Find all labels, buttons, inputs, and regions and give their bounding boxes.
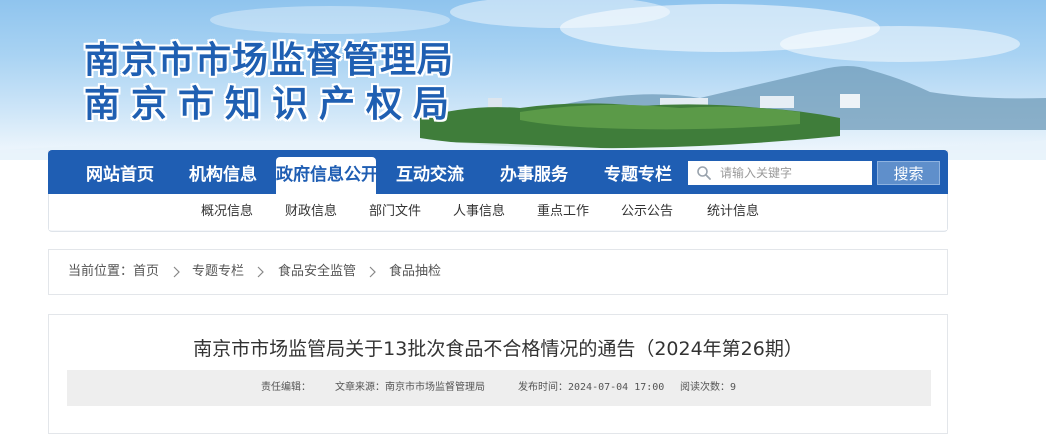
- article-source: 文章来源：南京市市场监督管理局: [335, 382, 485, 393]
- breadcrumb: 当前位置： 首页 专题专栏 食品安全监管 食品抽检: [48, 249, 948, 295]
- sub-nav-personnel[interactable]: 人事信息: [453, 194, 505, 230]
- navigation: 网站首页 机构信息 政府信息公开 互动交流 办事服务 专题专栏 搜索 概况信息 …: [48, 150, 948, 232]
- search-button[interactable]: 搜索: [877, 161, 940, 185]
- header-banner: 南京市市场监督管理局 南京市知识产权局: [0, 0, 1046, 160]
- sub-nav-key-work[interactable]: 重点工作: [537, 194, 589, 230]
- article-title: 南京市市场监管局关于13批次食品不合格情况的通告（2024年第26期）: [193, 338, 803, 360]
- sub-nav-bar: 概况信息 财政信息 部门文件 人事信息 重点工作 公示公告 统计信息: [49, 194, 947, 230]
- breadcrumb-prefix: 当前位置：: [68, 264, 134, 279]
- sub-nav-overview[interactable]: 概况信息: [201, 194, 253, 230]
- nav-item-special-topics[interactable]: 专题专栏: [588, 157, 688, 194]
- site-title-primary: 南京市市场监督管理局: [84, 39, 455, 81]
- search-input[interactable]: [720, 161, 868, 185]
- nav-item-interaction[interactable]: 互动交流: [380, 157, 480, 194]
- breadcrumb-food-sampling-link[interactable]: 食品抽检: [389, 250, 441, 294]
- breadcrumb-food-safety-link[interactable]: 食品安全监管: [278, 250, 356, 294]
- chevron-right-icon: [173, 266, 180, 278]
- breadcrumb-special-topics-link[interactable]: 专题专栏: [192, 250, 244, 294]
- chevron-right-icon: [369, 266, 376, 278]
- sub-nav-documents[interactable]: 部门文件: [369, 194, 421, 230]
- article-meta-bar: 责任编辑： 文章来源：南京市市场监督管理局 发布时间：2024-07-04 17…: [67, 370, 931, 406]
- search-icon: [697, 166, 711, 180]
- article-editor: 责任编辑：: [261, 382, 311, 393]
- nav-item-services[interactable]: 办事服务: [484, 157, 584, 194]
- search-box: [688, 161, 872, 185]
- nav-item-home[interactable]: 网站首页: [70, 157, 170, 194]
- article-view-count: 阅读次数：9: [680, 382, 737, 393]
- site-title-secondary: 南京市知识产权局: [84, 83, 461, 125]
- breadcrumb-home-link[interactable]: 首页: [133, 250, 159, 294]
- chevron-right-icon: [257, 266, 264, 278]
- sub-nav-announcements[interactable]: 公示公告: [621, 194, 673, 230]
- sub-nav-finance[interactable]: 财政信息: [285, 194, 337, 230]
- article-publish-time: 发布时间：2024-07-04 17:00: [518, 382, 665, 393]
- nav-item-gov-info-disclosure[interactable]: 政府信息公开: [276, 157, 378, 194]
- nav-item-institutions[interactable]: 机构信息: [173, 157, 273, 194]
- article-panel: 南京市市场监管局关于13批次食品不合格情况的通告（2024年第26期） 责任编辑…: [48, 314, 948, 434]
- main-nav-bar: 网站首页 机构信息 政府信息公开 互动交流 办事服务 专题专栏 搜索: [48, 150, 948, 194]
- sub-nav-statistics[interactable]: 统计信息: [707, 194, 759, 230]
